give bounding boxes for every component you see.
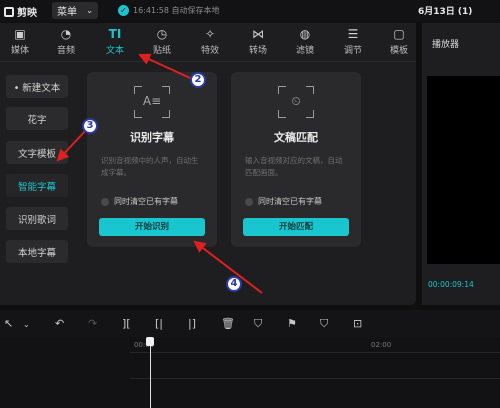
annotation-badge: 3 <box>82 118 98 134</box>
arrow-to-text-tab <box>138 53 191 79</box>
annotation-arrows <box>56 53 263 294</box>
annotation-badge: 2 <box>190 72 206 88</box>
arrow-to-smart-captions <box>56 127 89 162</box>
annotation-badge: 4 <box>226 276 242 292</box>
